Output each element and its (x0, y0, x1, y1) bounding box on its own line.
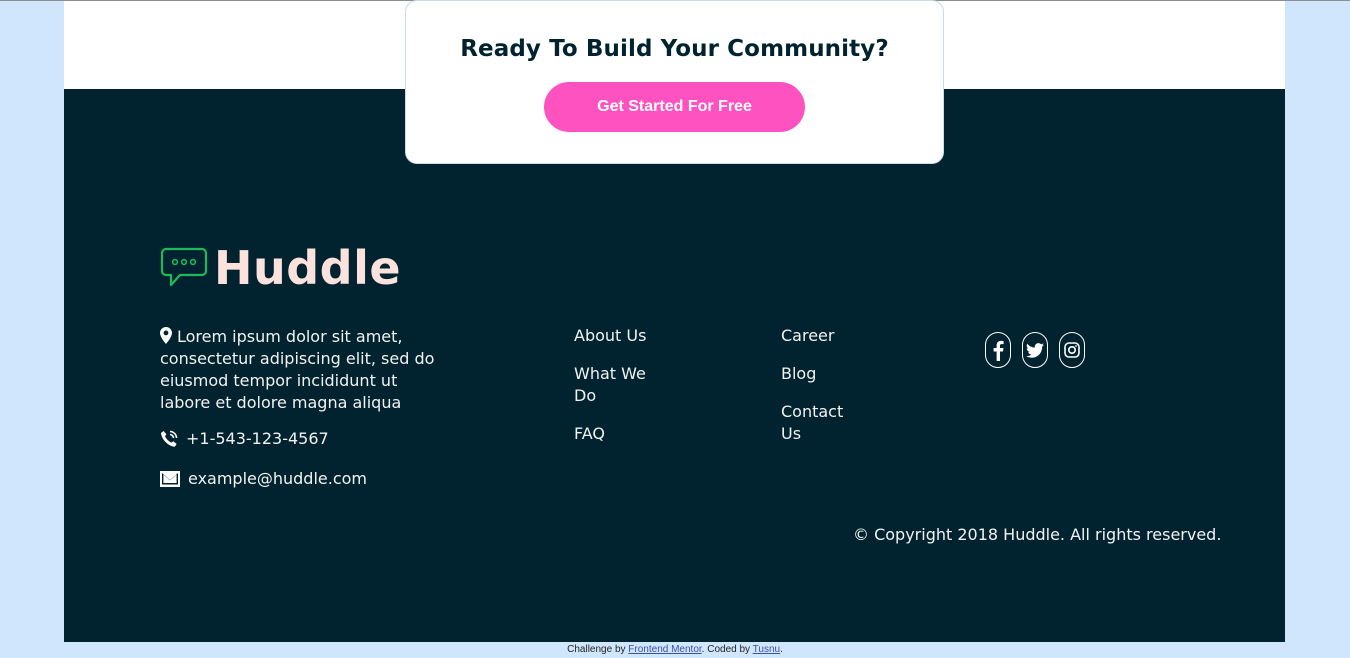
footer-logo[interactable]: Huddle (160, 245, 401, 291)
phone-number: +1-543-123-4567 (186, 429, 329, 448)
attribution-middle: . Coded by (701, 644, 753, 655)
link-faq[interactable]: FAQ (574, 423, 654, 445)
social-links (985, 332, 1096, 368)
logo-text: Huddle (214, 241, 402, 295)
email: example@huddle.com (160, 469, 367, 488)
footer-links-col2: Career Blog Contact Us (781, 325, 851, 461)
cta-card: Ready To Build Your Community? Get Start… (405, 0, 944, 164)
attribution-suffix: . (780, 644, 783, 655)
cta-title: Ready To Build Your Community? (460, 36, 889, 62)
twitter-link[interactable] (1022, 332, 1048, 368)
link-about-us[interactable]: About Us (574, 325, 654, 347)
phone: +1-543-123-4567 (160, 429, 329, 448)
link-contact-us[interactable]: Contact Us (781, 401, 851, 445)
footer-links-col1: About Us What We Do FAQ (574, 325, 654, 461)
link-blog[interactable]: Blog (781, 363, 851, 385)
location-pin-icon (160, 327, 172, 344)
attribution-prefix: Challenge by (567, 644, 629, 655)
link-career[interactable]: Career (781, 325, 851, 347)
address-text: Lorem ipsum dolor sit amet, consectetur … (160, 327, 435, 412)
facebook-link[interactable] (985, 332, 1011, 368)
twitter-icon (1026, 342, 1044, 358)
address: Lorem ipsum dolor sit amet, consectetur … (160, 326, 450, 414)
link-what-we-do[interactable]: What We Do (574, 363, 654, 407)
copyright: © Copyright 2018 Huddle. All rights rese… (853, 525, 1222, 544)
chat-bubble-icon (160, 247, 208, 287)
instagram-icon (1064, 342, 1080, 358)
facebook-icon (993, 340, 1004, 361)
get-started-button[interactable]: Get Started For Free (544, 82, 805, 132)
page-container: Ready To Build Your Community? Get Start… (64, 0, 1285, 642)
mail-icon (160, 470, 180, 487)
attribution: Challenge by Frontend Mentor. Coded by T… (0, 644, 1350, 655)
email-address: example@huddle.com (188, 469, 368, 488)
frontend-mentor-link[interactable]: Frontend Mentor (628, 644, 701, 655)
instagram-link[interactable] (1059, 332, 1085, 368)
author-link[interactable]: Tusnu (753, 644, 780, 655)
phone-icon (161, 430, 178, 447)
